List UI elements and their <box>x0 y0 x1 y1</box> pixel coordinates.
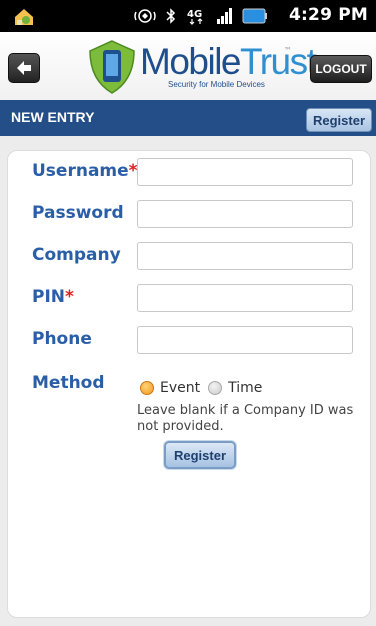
company-label: Company <box>32 245 121 265</box>
signal-icon <box>217 8 232 24</box>
phone-label: Phone <box>32 329 92 349</box>
app-notification-icon <box>15 9 33 25</box>
password-label: Password <box>32 203 124 223</box>
logo-tagline: Security for Mobile Devices <box>168 80 265 89</box>
page-title: NEW ENTRY <box>11 109 95 125</box>
pin-row: PIN* <box>8 284 370 314</box>
headset-icon <box>134 9 156 23</box>
back-button[interactable] <box>8 53 40 83</box>
pin-input[interactable] <box>137 284 353 312</box>
mobiletrust-logo: MobileTrust ™ Security for Mobile Device… <box>86 38 317 96</box>
status-time: 4:29 PM <box>289 5 368 25</box>
password-row: Password <box>8 200 370 230</box>
pin-label: PIN* <box>32 287 74 307</box>
username-label: Username* <box>32 161 138 181</box>
method-radio-time[interactable] <box>208 381 223 395</box>
method-option-time-label[interactable]: Time <box>228 380 262 396</box>
company-row: Company <box>8 242 370 272</box>
status-bar: 4G 4:29 PM <box>0 0 376 32</box>
method-radio-event[interactable] <box>140 381 154 395</box>
helper-text: Leave blank if a Company ID was not prov… <box>137 403 354 434</box>
phone-row: Phone <box>8 326 370 356</box>
method-option-event-label[interactable]: Event <box>160 380 200 396</box>
shield-phone-icon <box>89 40 135 94</box>
method-radio-group: Event Time <box>140 380 270 396</box>
battery-icon <box>242 8 267 24</box>
password-input[interactable] <box>137 200 353 228</box>
bluetooth-icon <box>166 8 176 24</box>
company-input[interactable] <box>137 242 353 270</box>
app-header: MobileTrust ™ Security for Mobile Device… <box>0 32 376 100</box>
status-icons: 4G <box>134 6 268 26</box>
required-mark: * <box>65 287 74 307</box>
username-input[interactable] <box>137 158 353 186</box>
entry-form-card: Username* Password Company PIN* Phone Me… <box>7 150 371 618</box>
logo-trademark: ™ <box>284 46 292 55</box>
phone-input[interactable] <box>137 326 353 354</box>
header-register-button[interactable]: Register <box>306 108 372 132</box>
network-4g-icon: 4G <box>187 9 203 25</box>
username-row: Username* <box>8 158 370 188</box>
back-arrow-icon <box>17 61 31 75</box>
method-label: Method <box>32 373 105 393</box>
register-button[interactable]: Register <box>164 441 236 469</box>
logout-button[interactable]: LOGOUT <box>310 55 372 83</box>
